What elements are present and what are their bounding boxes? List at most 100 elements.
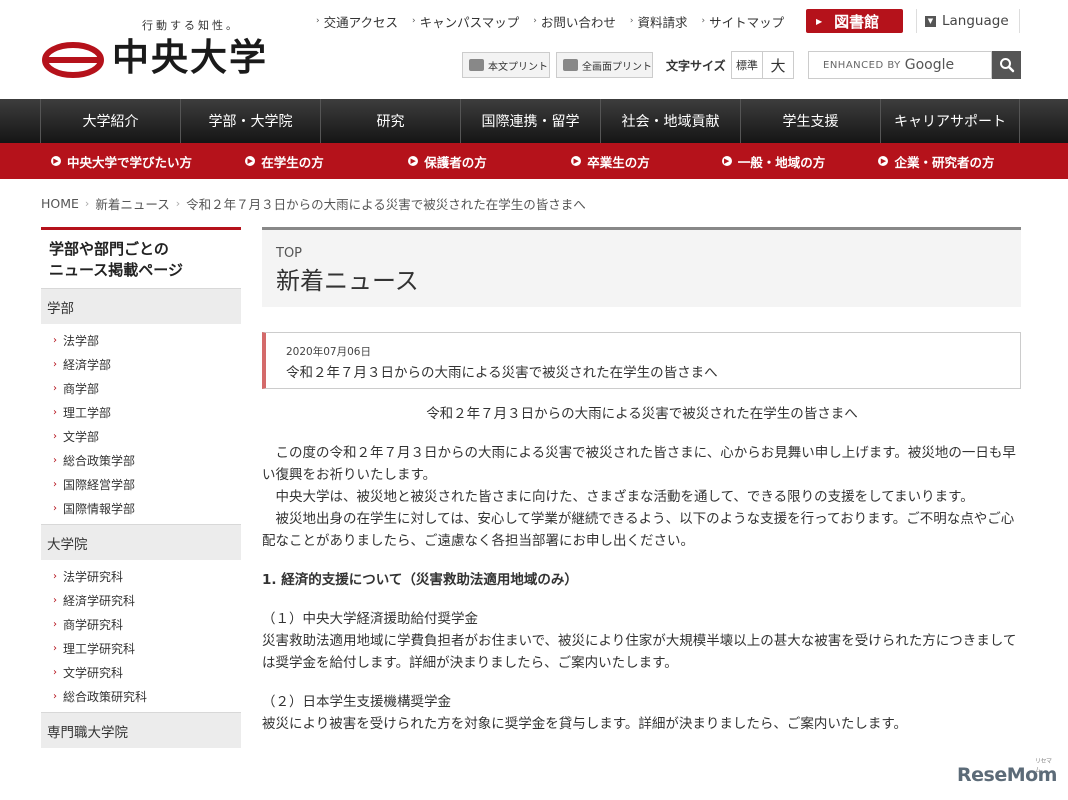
chevron-right-icon: › [53, 594, 57, 606]
nav-community[interactable]: 社会・地域貢献 [600, 99, 740, 143]
logo-tagline: 行動する知性。 [142, 19, 240, 32]
nav-faculties[interactable]: 学部・大学院 [180, 99, 320, 143]
chevron-right-icon: › [53, 618, 57, 630]
subnav-alumni[interactable]: ▶ 卒業生の方 [529, 143, 692, 179]
print-full-button[interactable]: 全画面プリント [556, 52, 653, 78]
sidebar-item-policy-studies[interactable]: › 総合政策学部 [41, 448, 241, 472]
section-heading: 1. 経済的支援について（災害救助法適用地域のみ） [262, 572, 578, 588]
chevron-right-icon: › [412, 16, 416, 26]
sidebar-category-professional-graduate[interactable]: 専門職大学院 [41, 712, 241, 748]
article-paragraph: 被災地出身の在学生に対しては、安心して学業が継続できるよう、以下のような支援を行… [262, 511, 1015, 549]
subnav-public[interactable]: ▶ 一般・地域の方 [692, 143, 855, 179]
sidebar-item-science-engineering[interactable]: › 理工学部 [41, 400, 241, 424]
arrow-circle-icon: ▶ [721, 156, 732, 166]
search-button[interactable] [992, 51, 1021, 79]
sidebar-list-faculties: › 法学部 › 経済学部 › 商学部 › 理工学部 › 文学部 › 総合政策学部 › 国際経営… [41, 324, 241, 524]
sidebar-item-grad-law[interactable]: › 法学研究科 [41, 564, 241, 588]
sidebar-item-grad-commerce[interactable]: › 商学研究科 [41, 612, 241, 636]
subsection-title: （１）中央大学経済援助給付奨学金 [262, 611, 478, 627]
search-icon [999, 58, 1014, 73]
font-size-normal-button[interactable]: 標準 [731, 51, 763, 79]
sidebar-heading: 学部や部門ごとの ニュース掲載ページ [41, 227, 241, 288]
search-input[interactable]: ENHANCED BY Google [808, 51, 992, 79]
nav-about[interactable]: 大学紹介 [40, 99, 180, 143]
arrow-circle-icon: ▶ [245, 156, 256, 166]
sidebar-category-faculties[interactable]: 学部 [41, 288, 241, 324]
chevron-right-icon: › [53, 478, 57, 490]
chevron-right-icon: › [53, 454, 57, 466]
sidebar-item-law[interactable]: › 法学部 [41, 328, 241, 352]
top-link-access[interactable]: › 交通アクセス [316, 12, 398, 30]
nav-research[interactable]: 研究 [320, 99, 460, 143]
news-title: 令和２年７月３日からの大雨による災害で被災された在学生の皆さまへ [286, 365, 718, 381]
chevron-right-icon: › [53, 358, 57, 370]
site-header: 行動する知性。 中央大学 › 交通アクセス › キャンパスマップ › お問い合わせ ›… [0, 0, 1068, 99]
sidebar-item-grad-economics[interactable]: › 経済学研究科 [41, 588, 241, 612]
university-logo-text[interactable]: 中央大学 [112, 36, 268, 80]
article-heading: 令和２年７月３日からの大雨による災害で被災された在学生の皆さまへ [426, 406, 858, 422]
sidebar-item-global-informatics[interactable]: › 国際情報学部 [41, 496, 241, 520]
resemom-watermark: ReseMom リセマム [957, 758, 1057, 786]
breadcrumb-home[interactable]: HOME [41, 196, 79, 211]
chevron-right-icon: › [53, 502, 57, 514]
subnav-students[interactable]: ▶ 在学生の方 [203, 143, 366, 179]
font-size-large-button[interactable]: 大 [762, 51, 794, 79]
breadcrumb: HOME › 新着ニュース › 令和２年７月３日からの大雨による災害で被災された… [41, 194, 586, 213]
main-navigation: 大学紹介 学部・大学院 研究 国際連携・留学 社会・地域貢献 学生支援 キャリア… [0, 99, 1068, 143]
utility-links: › 交通アクセス › キャンパスマップ › お問い合わせ › 資料請求 › サイトマップ [316, 12, 784, 30]
page-header: TOP 新着ニュース [262, 227, 1021, 307]
sidebar-item-global-management[interactable]: › 国際経営学部 [41, 472, 241, 496]
top-link-sitemap[interactable]: › サイトマップ [702, 12, 785, 30]
print-body-button[interactable]: 本文プリント [462, 52, 550, 78]
chevron-right-icon: › [701, 16, 706, 26]
top-link-contact[interactable]: › お問い合わせ [533, 12, 616, 30]
chevron-right-icon: › [53, 642, 57, 654]
dropdown-icon: ▼ [925, 15, 936, 27]
article-paragraph: この度の令和２年７月３日からの大雨による災害で被災された皆さまに、心からお見舞い… [262, 445, 1016, 483]
subsection-body: 被災により被害を受けられた方を対象に奨学金を貸与します。詳細が決まりましたら、ご… [262, 716, 908, 732]
subnav-prospective[interactable]: ▶ 中央大学で学びたい方 [40, 143, 203, 179]
triangle-right-icon: ▶ [816, 16, 823, 26]
nav-international[interactable]: 国際連携・留学 [460, 99, 600, 143]
nav-student-support[interactable]: 学生支援 [740, 99, 880, 143]
chevron-right-icon: › [53, 406, 57, 418]
university-logo-mark[interactable] [42, 42, 104, 78]
subnav-parents[interactable]: ▶ 保護者の方 [366, 143, 529, 179]
page-supertitle[interactable]: TOP [276, 246, 1021, 261]
chevron-right-icon: › [175, 197, 181, 210]
sidebar-item-grad-policy-studies[interactable]: › 総合政策研究科 [41, 684, 241, 708]
chevron-right-icon: › [53, 430, 57, 442]
subsection-title: （２）日本学生支援機構奨学金 [262, 694, 451, 710]
language-button[interactable]: ▼ Language [916, 9, 1020, 33]
bottom-strip [0, 750, 1068, 800]
sidebar-list-graduate: › 法学研究科 › 経済学研究科 › 商学研究科 › 理工学研究科 › 文学研究科 › 総合… [41, 560, 241, 712]
printer-icon [563, 59, 578, 71]
chevron-right-icon: › [53, 570, 57, 582]
library-button[interactable]: ▶ 図書館 [806, 9, 903, 33]
chevron-right-icon: › [53, 666, 57, 678]
chevron-right-icon: › [53, 334, 57, 346]
sidebar: 学部や部門ごとの ニュース掲載ページ 学部 › 法学部 › 経済学部 › 商学部 › 理… [41, 227, 241, 800]
breadcrumb-news[interactable]: 新着ニュース [95, 194, 169, 213]
printer-icon [469, 59, 484, 71]
top-link-campus-map[interactable]: › キャンパスマップ [412, 12, 519, 30]
chevron-right-icon: › [629, 16, 634, 26]
top-link-request-docs[interactable]: › 資料請求 [630, 12, 688, 30]
breadcrumb-current: 令和２年７月３日からの大雨による災害で被災された在学生の皆さまへ [186, 197, 586, 212]
chevron-right-icon: › [533, 16, 537, 26]
nav-career[interactable]: キャリアサポート [880, 99, 1020, 143]
chevron-right-icon: › [53, 690, 57, 702]
google-brand: Google [904, 57, 955, 73]
subnav-companies[interactable]: ▶ 企業・研究者の方 [855, 143, 1018, 179]
audience-navigation: ▶ 中央大学で学びたい方 ▶ 在学生の方 ▶ 保護者の方 ▶ 卒業生の方 ▶ 一般・地域の… [0, 143, 1068, 179]
arrow-circle-icon: ▶ [878, 156, 889, 166]
font-size-label: 文字サイズ [666, 59, 726, 73]
sidebar-item-commerce[interactable]: › 商学部 [41, 376, 241, 400]
article-paragraph: 中央大学は、被災地と被災された皆さまに向けた、さまざまな活動を通して、できる限り… [275, 489, 974, 505]
sidebar-item-letters[interactable]: › 文学部 [41, 424, 241, 448]
sidebar-item-economics[interactable]: › 経済学部 [41, 352, 241, 376]
sidebar-category-graduate[interactable]: 大学院 [41, 524, 241, 560]
sidebar-item-grad-science-engineering[interactable]: › 理工学研究科 [41, 636, 241, 660]
news-title-box: 2020年07月06日 令和２年７月３日からの大雨による災害で被災された在学生の… [262, 332, 1021, 389]
sidebar-item-grad-letters[interactable]: › 文学研究科 [41, 660, 241, 684]
